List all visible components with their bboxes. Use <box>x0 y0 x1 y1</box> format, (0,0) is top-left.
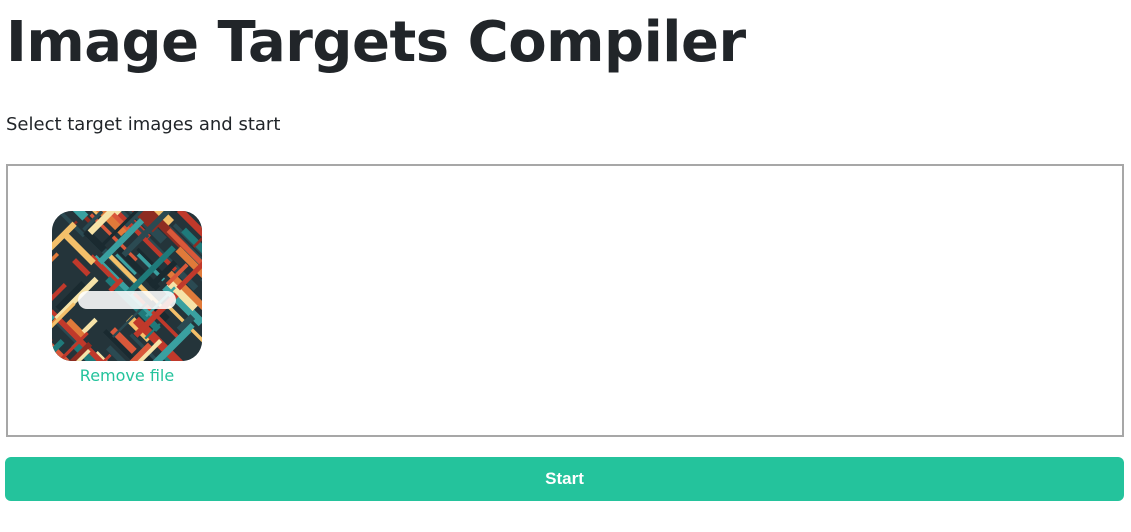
page-title: Image Targets Compiler <box>6 10 746 75</box>
remove-file-link[interactable]: Remove file <box>52 365 202 387</box>
file-dropzone[interactable]: Remove file <box>6 164 1124 437</box>
file-name-overlay <box>78 291 176 309</box>
start-button[interactable]: Start <box>5 457 1124 501</box>
page: Image Targets Compiler Select target ima… <box>0 0 1131 532</box>
page-subtitle: Select target images and start <box>6 114 281 135</box>
image-preview-thumbnail <box>52 211 202 361</box>
abstract-pattern-image <box>52 211 202 361</box>
